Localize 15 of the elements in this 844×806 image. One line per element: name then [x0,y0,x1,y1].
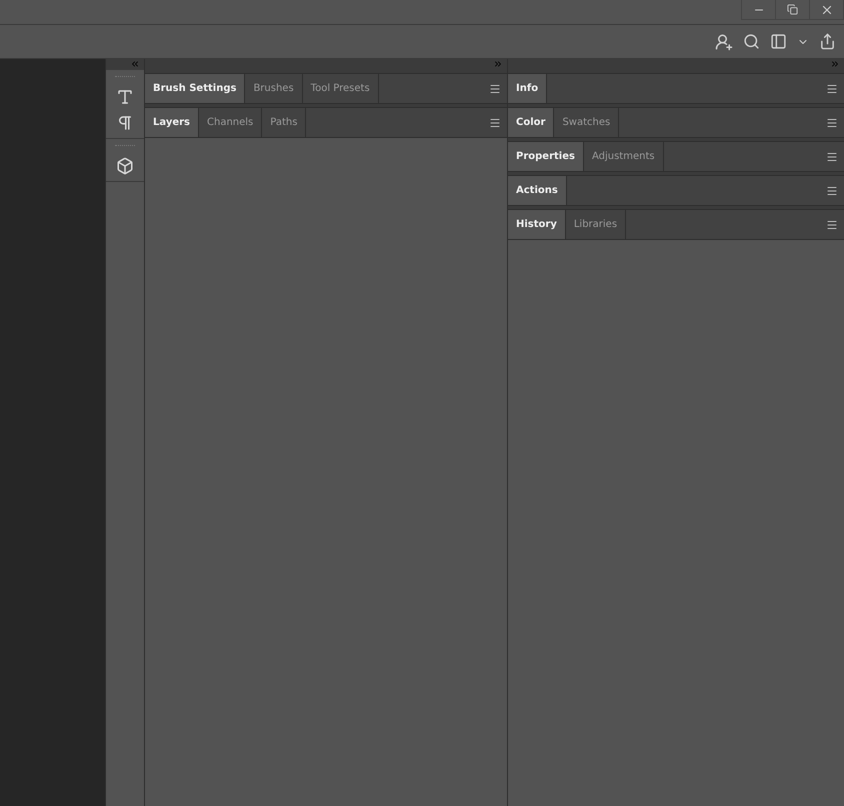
panel-tab[interactable]: Actions [508,176,567,205]
character-icon[interactable] [116,88,134,106]
panel-tab[interactable]: Info [508,74,548,103]
panel-tab[interactable]: History [508,210,566,239]
user-add-icon[interactable] [715,32,733,50]
panel-tab[interactable]: Brush Settings [145,74,246,103]
paragraph-icon[interactable] [116,114,134,132]
panel-tab[interactable]: Layers [145,108,199,137]
panel-tab[interactable]: Properties [508,142,584,171]
cube-icon[interactable] [116,157,134,175]
share-icon[interactable] [819,33,836,50]
workspace-icon[interactable] [770,33,787,50]
search-icon[interactable] [743,33,760,50]
restore-icon [787,4,798,15]
panel-tab[interactable]: Color [508,108,554,137]
